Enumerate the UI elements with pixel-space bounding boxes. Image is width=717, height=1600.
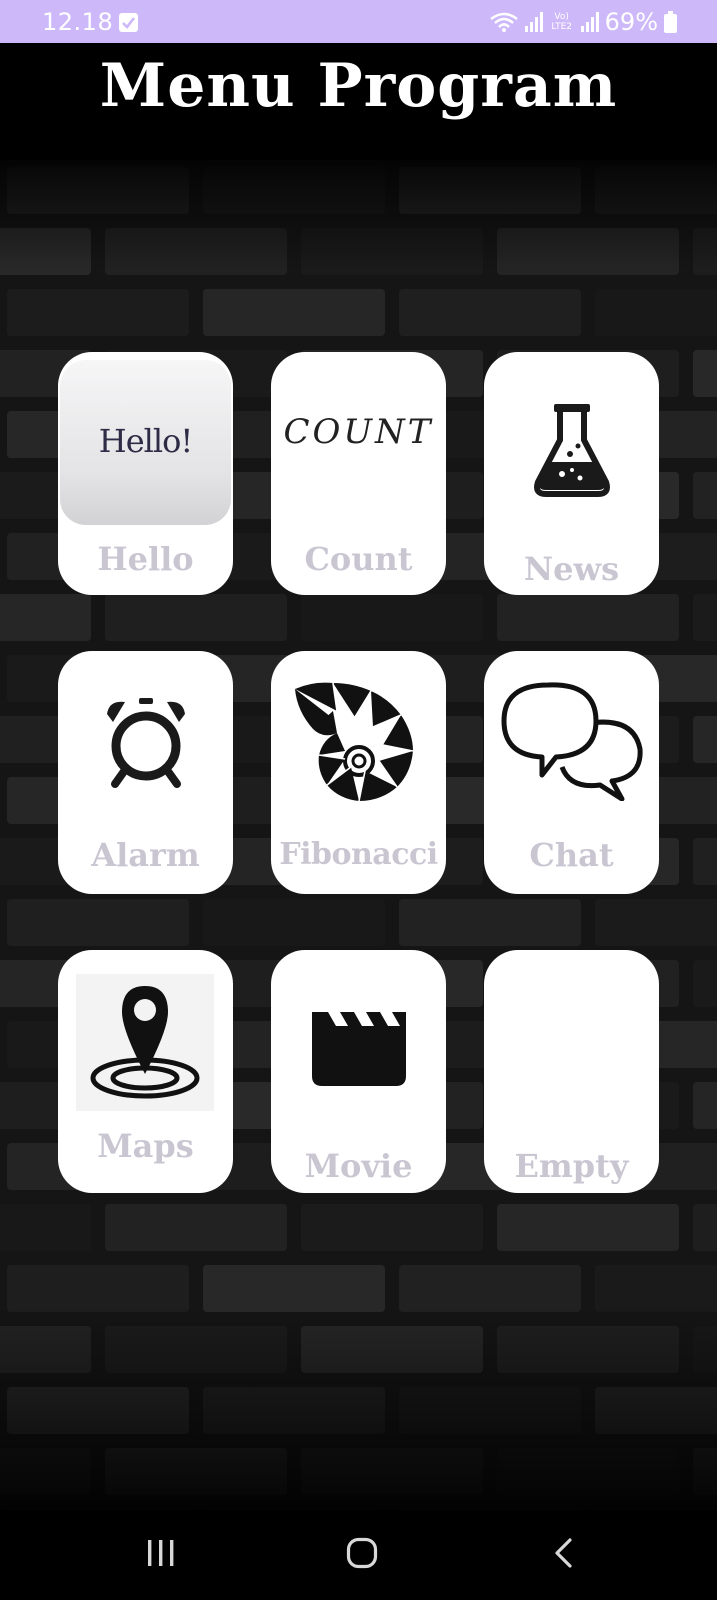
- alarm-clock-icon: [103, 696, 189, 792]
- status-bar: 12.18 Vo) LTE2 69%: [0, 0, 717, 43]
- back-button[interactable]: [533, 1532, 593, 1578]
- tile-count[interactable]: COUNT Count: [271, 352, 446, 595]
- tile-hello[interactable]: Hello! Hello: [58, 352, 233, 595]
- signal-icon-1: [524, 12, 543, 32]
- app-header: Menu Program: [0, 43, 717, 163]
- hello-image: Hello!: [60, 360, 231, 525]
- recent-apps-button[interactable]: [131, 1532, 191, 1578]
- tile-label-fibonacci: Fibonacci: [279, 837, 438, 872]
- wifi-icon: [489, 11, 519, 33]
- home-button[interactable]: [332, 1532, 392, 1578]
- tile-maps[interactable]: Maps: [58, 950, 233, 1193]
- tile-movie[interactable]: Movie: [271, 950, 446, 1193]
- tile-label-count: Count: [304, 540, 413, 578]
- tile-label-movie: Movie: [304, 1147, 413, 1185]
- hello-image-text: Hello!: [98, 422, 193, 460]
- map-pin-icon: [76, 974, 214, 1111]
- tile-chat[interactable]: Chat: [484, 651, 659, 894]
- chat-bubbles-icon: [500, 681, 645, 805]
- tile-fibonacci[interactable]: Fibonacci: [271, 651, 446, 894]
- tile-label-maps: Maps: [97, 1127, 194, 1165]
- clapperboard-icon: [308, 1006, 410, 1092]
- battery-icon: [664, 11, 677, 33]
- home-icon: [346, 1537, 378, 1573]
- signal-icon-2: [580, 12, 599, 32]
- system-nav-bar: [0, 1510, 717, 1600]
- count-image-text: COUNT: [283, 412, 434, 452]
- nautilus-shell-icon: [293, 681, 423, 810]
- tile-label-alarm: Alarm: [91, 836, 200, 874]
- flask-icon: [532, 402, 612, 501]
- status-icons: Vo) LTE2 69%: [489, 8, 677, 36]
- volte-icon: Vo) LTE2: [551, 12, 572, 32]
- tile-alarm[interactable]: Alarm: [58, 651, 233, 894]
- page-title: Menu Program: [99, 51, 618, 121]
- notification-check-icon: [119, 13, 138, 32]
- tile-label-chat: Chat: [529, 836, 614, 874]
- tile-label-hello: Hello: [97, 540, 194, 578]
- battery-percent: 69%: [604, 8, 658, 36]
- count-image: COUNT: [271, 402, 446, 462]
- back-icon: [552, 1537, 574, 1573]
- tile-label-news: News: [523, 550, 620, 588]
- tile-news[interactable]: News: [484, 352, 659, 595]
- tile-empty[interactable]: Empty: [484, 950, 659, 1193]
- status-time: 12.18: [42, 8, 114, 36]
- tile-label-empty: Empty: [514, 1147, 629, 1185]
- recent-apps-icon: [145, 1538, 177, 1572]
